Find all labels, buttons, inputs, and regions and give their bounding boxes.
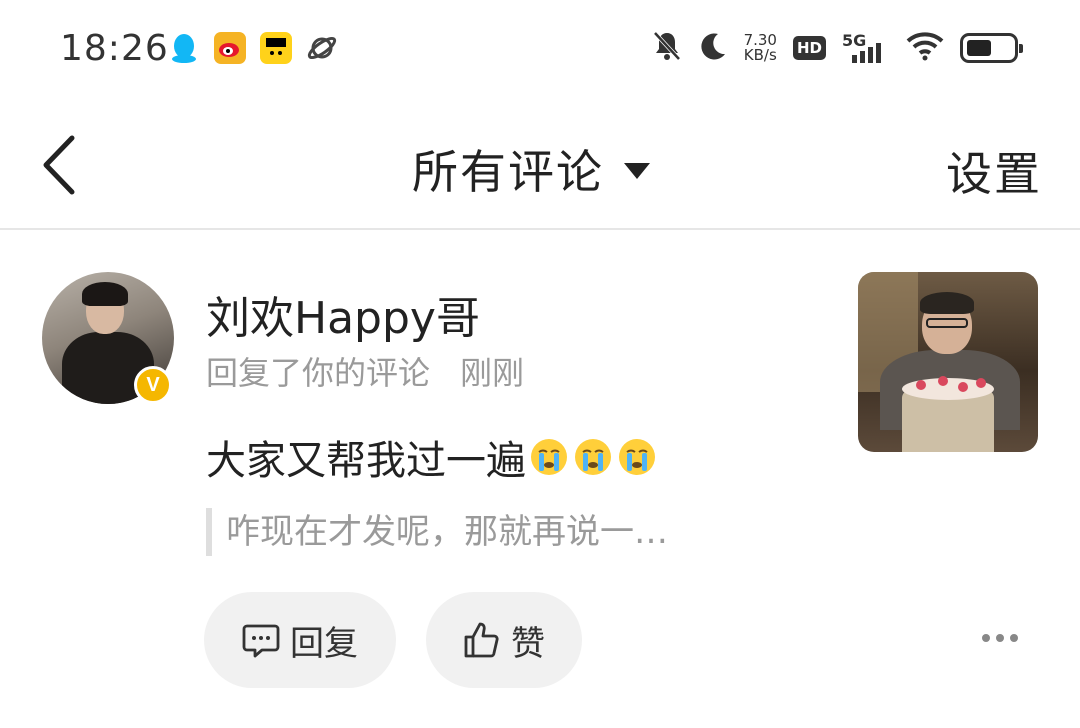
settings-button[interactable]: 设置: [946, 138, 1042, 204]
moon-icon: [698, 31, 728, 65]
crying-emoji-icon: [531, 439, 567, 475]
hd-badge: HD: [792, 36, 826, 60]
filter-dropdown[interactable]: 所有评论: [412, 136, 650, 202]
chevron-left-icon: [43, 135, 75, 195]
network-speed: 7.30 KB/s: [744, 33, 777, 63]
reply-button[interactable]: 回复: [204, 592, 396, 688]
weibo-icon: [214, 32, 246, 64]
orbit-icon: [306, 32, 338, 64]
wifi-icon: [906, 31, 944, 65]
crying-emoji-icon: [619, 439, 655, 475]
page-header: 所有评论 设置: [0, 100, 1080, 230]
battery-terminal: [1019, 44, 1023, 53]
reply-label: 回复: [290, 623, 358, 664]
status-bar: 18:26 7.30 KB/s HD 5G: [0, 0, 1080, 100]
comment-text: 大家又帮我过一遍: [206, 438, 526, 484]
network-speed-unit: KB/s: [743, 46, 777, 64]
comment-icon: [242, 624, 280, 658]
signal-icon: 5G: [842, 31, 890, 65]
username[interactable]: 刘欢Happy哥: [206, 282, 480, 346]
thumbs-up-icon: [464, 622, 499, 658]
more-options-button[interactable]: [982, 628, 1022, 648]
comment-time: 刚刚: [460, 354, 525, 392]
more-dot: [1010, 634, 1018, 642]
notification-icons: [168, 32, 338, 64]
comment-meta: 回复了你的评论 刚刚: [206, 348, 524, 394]
quoted-comment[interactable]: 咋现在才发呢，那就再说一…: [206, 508, 668, 556]
kuaikan-icon: [260, 32, 292, 64]
back-button[interactable]: [36, 130, 84, 200]
verified-badge: V: [134, 366, 172, 404]
like-button[interactable]: 赞: [426, 592, 582, 688]
caret-down-icon: [624, 163, 650, 179]
like-label: 赞: [511, 623, 545, 664]
more-dot: [996, 634, 1004, 642]
comment-text-row: 大家又帮我过一遍: [206, 428, 658, 486]
status-time: 18:26: [60, 28, 169, 69]
battery-icon: [960, 33, 1023, 63]
post-thumbnail[interactable]: [858, 272, 1038, 452]
comment-action: 回复了你的评论: [206, 354, 431, 392]
page-title: 所有评论: [412, 145, 604, 199]
mute-bell-icon: [652, 30, 682, 66]
system-icons: 7.30 KB/s HD 5G: [652, 30, 1023, 66]
qq-icon: [168, 32, 200, 64]
battery-level: [967, 40, 991, 56]
crying-emoji-icon: [575, 439, 611, 475]
more-dot: [982, 634, 990, 642]
